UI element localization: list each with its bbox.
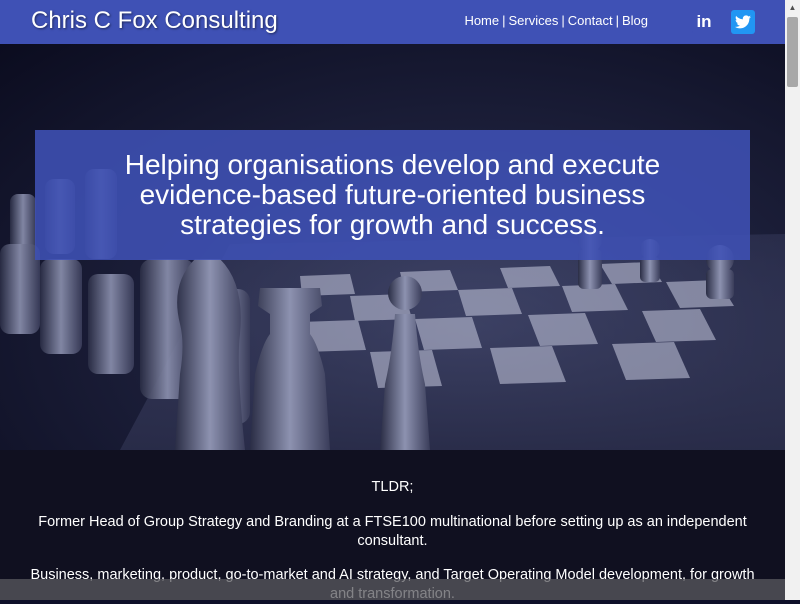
site-title[interactable]: Chris C Fox Consulting: [31, 7, 278, 35]
linkedin-icon[interactable]: in: [692, 10, 716, 34]
hero-tagline: Helping organisations develop and execut…: [124, 149, 661, 240]
nav-services[interactable]: Services: [509, 13, 559, 28]
twitter-bird-icon: [735, 15, 751, 29]
twitter-icon[interactable]: [731, 10, 755, 34]
intro-paragraph: Former Head of Group Strategy and Brandi…: [38, 514, 747, 549]
nav-separator: |: [615, 13, 619, 28]
footer-overlay: [0, 579, 785, 600]
intro-section: TLDR; Former Head of Group Strategy and …: [0, 450, 785, 602]
nav-blog[interactable]: Blog: [622, 13, 648, 28]
site-header: Chris C Fox Consulting Home | Services | Con…: [0, 0, 785, 44]
nav-contact[interactable]: Contact: [568, 13, 613, 28]
scrollbar-thumb[interactable]: [787, 17, 798, 87]
nav-separator: |: [502, 13, 506, 28]
vertical-scrollbar[interactable]: ▲: [785, 0, 800, 600]
main-nav: Home | Services | Contact | Blog: [464, 13, 648, 29]
scroll-up-arrow-icon[interactable]: ▲: [785, 0, 800, 15]
nav-separator: |: [561, 13, 565, 28]
tagline-banner: Helping organisations develop and execut…: [35, 130, 750, 260]
hero-section: Helping organisations develop and execut…: [0, 44, 785, 450]
nav-home[interactable]: Home: [464, 13, 499, 28]
tldr-heading: TLDR;: [371, 479, 414, 495]
linkedin-glyph: in: [696, 12, 712, 31]
